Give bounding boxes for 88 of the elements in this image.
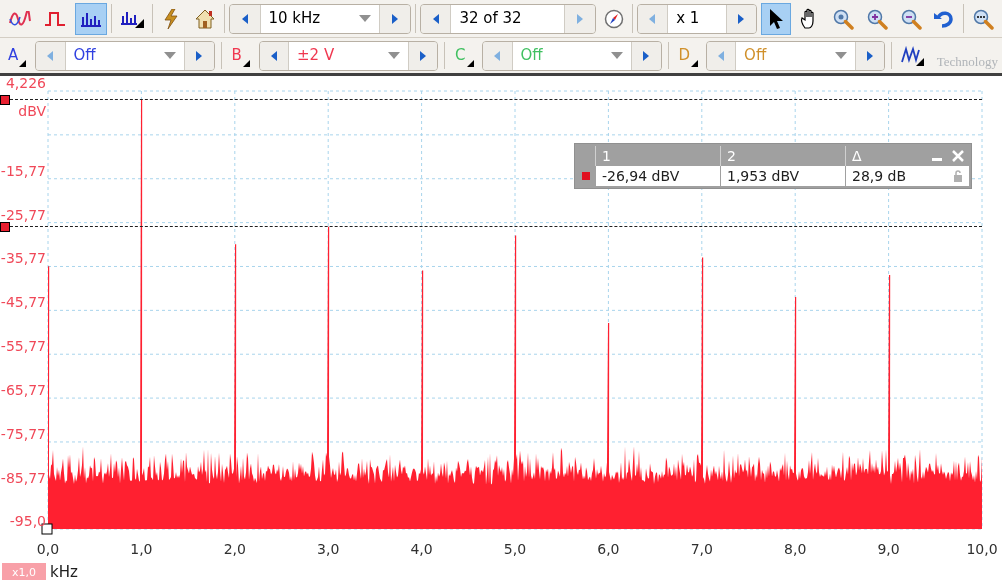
dropdown-value: Off: [744, 45, 767, 67]
zoom-out-icon: [899, 7, 922, 30]
x-axis-label: 6,0: [597, 541, 620, 557]
caret-icon: [359, 15, 372, 22]
corner-triangle-icon: [19, 59, 27, 67]
x-axis-label: 3,0: [317, 541, 340, 557]
y-axis-label: -25,77: [0, 206, 46, 223]
left-triangle-icon: [716, 49, 725, 62]
dropdown-value: x 1: [676, 8, 700, 30]
left-triangle-icon: [46, 49, 55, 62]
right-triangle-icon: [576, 12, 585, 25]
y-axis-label: -15,77: [0, 162, 46, 179]
dropdown-value: Off: [520, 45, 543, 67]
y-axis-label: -85,77: [0, 469, 46, 486]
x-axis-label: 8,0: [784, 541, 807, 557]
caret-icon: [611, 52, 624, 59]
corner-triangle-icon: [691, 59, 699, 67]
square-pulse-icon: [44, 10, 67, 27]
pointer-icon: [768, 7, 784, 30]
x-axis-label: 9,0: [877, 541, 900, 557]
signal-generator-icon: [900, 45, 925, 66]
right-triangle-icon: [642, 49, 651, 62]
y-axis-label: 4,226: [5, 76, 46, 91]
dropdown[interactable]: ±2 V: [288, 41, 409, 70]
spectrum-options-icon: [119, 9, 144, 28]
close-icon[interactable]: [951, 149, 965, 163]
y-axis-label: -65,77: [0, 382, 46, 399]
x-axis-label: 4,0: [410, 541, 433, 557]
view-mode-button[interactable]: [75, 2, 107, 35]
dropdown[interactable]: Off: [511, 41, 633, 70]
dropdown-value: Off: [73, 45, 96, 67]
right-triangle-icon: [737, 12, 746, 25]
channel-button[interactable]: B: [227, 41, 253, 70]
house-icon: [195, 8, 216, 29]
y-axis-label: -55,77: [0, 338, 46, 355]
right-triangle-icon: [418, 49, 427, 62]
caret-icon: [387, 52, 400, 59]
x-scale-badge: x1,0: [2, 563, 46, 580]
y-axis-label: -45,77: [0, 294, 46, 311]
measurement-value: 1,953 dBV: [720, 166, 845, 186]
right-triangle-icon: [391, 12, 400, 25]
y-axis-label: -95,0: [9, 513, 46, 529]
compass-icon: [603, 8, 624, 29]
channel-button[interactable]: A: [4, 41, 29, 70]
value-field[interactable]: x 1: [667, 4, 727, 33]
tool-button[interactable]: [761, 2, 791, 35]
measurement-value: 28,9 dB: [845, 166, 969, 186]
x-axis-label: 0,0: [36, 541, 60, 557]
lightning-icon: [163, 8, 180, 29]
x-axis-label: 5,0: [503, 541, 527, 557]
overview-magnifier-icon: [972, 7, 995, 30]
y-axis-label: -75,77: [0, 425, 46, 442]
ruler-line[interactable]: [0, 221, 982, 232]
lock-icon: [953, 170, 963, 182]
corner-triangle-icon: [242, 59, 250, 67]
dropdown[interactable]: 10 kHz: [259, 4, 381, 33]
left-triangle-icon: [648, 12, 657, 25]
dropdown[interactable]: Off: [735, 41, 856, 70]
channel-button[interactable]: D: [674, 41, 700, 70]
x-axis-label: 1,0: [130, 541, 153, 557]
y-axis-unit: dBV: [18, 103, 46, 119]
left-triangle-icon: [269, 49, 278, 62]
logo-text: Technology: [936, 52, 998, 71]
dropdown-value: 10 kHz: [268, 8, 321, 30]
left-triangle-icon: [493, 49, 502, 62]
sine-wave-icon: [8, 10, 31, 27]
x-axis-label: 10,0: [966, 541, 998, 557]
right-triangle-icon: [195, 49, 204, 62]
measurement-value: -26,94 dBV: [595, 166, 720, 186]
ruler-line[interactable]: [0, 94, 982, 105]
dropdown-value: 32 of 32: [459, 8, 522, 30]
dropdown-value: ±2 V: [297, 45, 335, 67]
channel-button[interactable]: C: [451, 41, 477, 70]
value-field[interactable]: 32 of 32: [450, 4, 566, 33]
caret-icon: [834, 52, 847, 59]
y-axis-label: -35,77: [0, 250, 46, 267]
left-triangle-icon: [431, 12, 440, 25]
right-triangle-icon: [865, 49, 874, 62]
x-axis-unit: kHz: [50, 563, 78, 581]
caret-icon: [164, 52, 177, 59]
spectrum-bars-icon: [80, 10, 103, 27]
zoom-in-icon: [866, 7, 889, 30]
magnifier-icon: [832, 7, 855, 30]
left-triangle-icon: [240, 12, 249, 25]
x-axis-label: 2,0: [223, 541, 246, 557]
dropdown[interactable]: Off: [64, 41, 186, 70]
x-axis-label: 7,0: [690, 541, 713, 557]
corner-triangle-icon: [466, 59, 474, 67]
